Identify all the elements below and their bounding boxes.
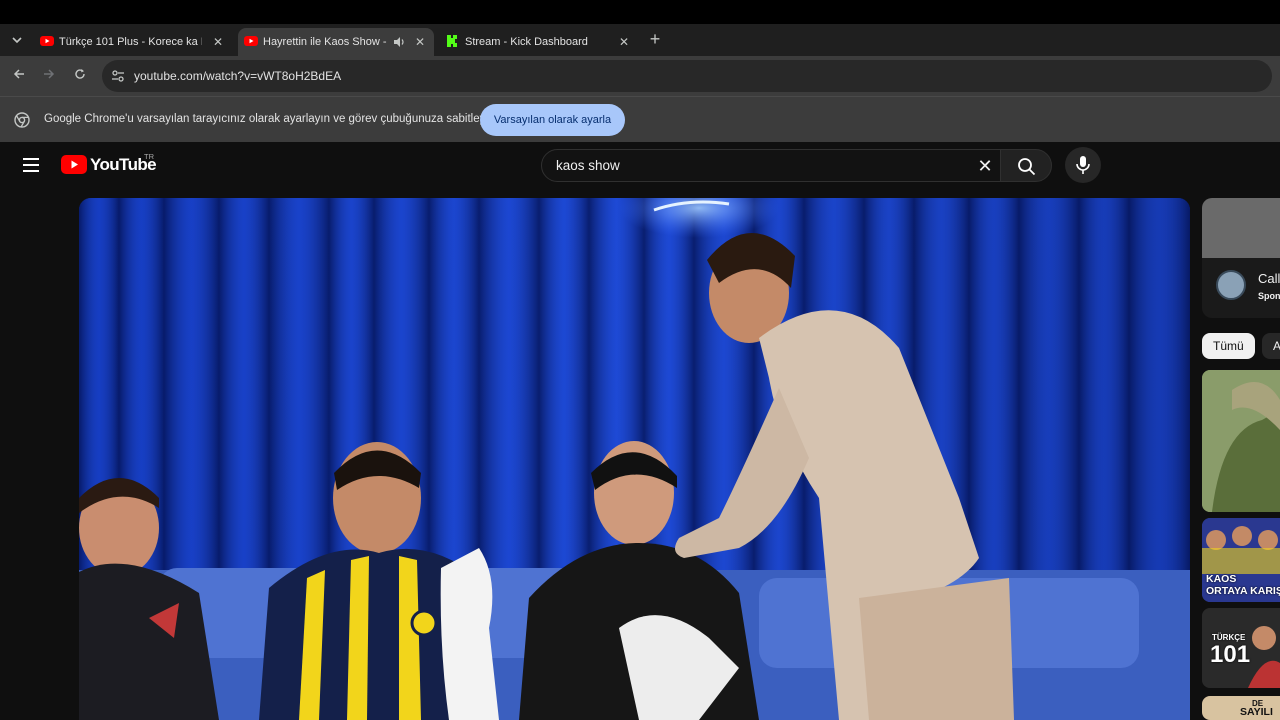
tab-kaos-show[interactable]: Hayrettin ile Kaos Show - 2 ✕ [238,28,434,56]
new-tab-button[interactable]: + [645,29,665,49]
tab-kick-dashboard[interactable]: Stream - Kick Dashboard ✕ [440,28,636,56]
search-icon [1018,158,1036,176]
thumbnail-text-line: KAOS [1206,573,1237,585]
close-tab-icon[interactable]: ✕ [412,34,428,50]
thumbnail-text-line: 101 [1210,641,1251,668]
tab-bar: Türkçe 101 Plus - Korece ka Em ✕ Hayrett… [0,24,1280,56]
chevron-down-icon [12,37,22,44]
back-button[interactable] [8,65,30,87]
sponsored-card[interactable]: Call Spon [1202,198,1280,318]
kick-icon [447,35,457,47]
ad-title[interactable]: Call [1258,271,1280,286]
clear-search-icon[interactable]: ✕ [974,155,996,177]
chip-all[interactable]: Tümü [1202,333,1255,359]
avatar [1216,270,1246,300]
site-settings-icon[interactable] [110,68,126,84]
tab-title: Hayrettin ile Kaos Show - 2 [263,36,387,48]
reload-button[interactable] [69,65,91,87]
close-tab-icon[interactable]: ✕ [210,34,226,50]
search-button[interactable] [1000,149,1052,182]
url-text[interactable]: youtube.com/watch?v=vWT8oH2BdEA [134,69,341,83]
search-input[interactable]: kaos show ✕ [541,149,1007,182]
set-default-button[interactable]: Varsayılan olarak ayarla [480,104,625,136]
tab-title: Stream - Kick Dashboard [465,36,588,48]
search-query[interactable]: kaos show [556,158,620,173]
chrome-icon [14,112,30,128]
tab-title: Türkçe 101 Plus - Korece ka Em [59,36,202,48]
hamburger-menu-icon[interactable] [20,154,42,176]
video-frame [79,198,1190,720]
sponsored-label: Spon [1258,291,1280,301]
thumbnail-image [1202,370,1280,512]
voice-search-button[interactable] [1065,147,1101,183]
thumbnail-text-line: SAYILI [1240,706,1273,718]
recommendation-thumbnail[interactable] [1202,370,1280,512]
recommendation-thumbnail[interactable]: KAOS ORTAYA KARIŞ [1202,518,1280,602]
window-top-strip [0,0,1280,24]
youtube-logo-icon[interactable] [61,155,87,174]
video-player[interactable] [79,198,1190,720]
recommendation-thumbnail[interactable]: TÜRKÇE 101 [1202,608,1280,688]
forward-button[interactable] [38,65,60,87]
microphone-icon [1076,156,1090,174]
chip-other[interactable]: A [1262,333,1280,359]
arrow-left-icon [13,69,24,79]
arrow-right-icon [44,69,55,79]
youtube-header: YouTube TR kaos show ✕ [0,142,1280,190]
ad-thumbnail[interactable] [1202,198,1280,258]
recommendations-sidebar: Call Spon Tümü A KAOS ORTAYA KARIŞ TÜRKÇ… [1202,198,1280,720]
country-code: TR [144,152,154,161]
browser-toolbar: youtube.com/watch?v=vWT8oH2BdEA [0,56,1280,96]
infobar-message: Google Chrome'u varsayılan tarayıcınız o… [44,113,495,125]
thumbnail-text-line: ORTAYA KARIŞ [1206,585,1280,597]
youtube-icon [40,36,54,46]
default-browser-infobar: Google Chrome'u varsayılan tarayıcınız o… [0,96,1280,142]
reload-icon [75,69,85,79]
tab-search-button[interactable] [6,29,28,51]
recommendation-thumbnail[interactable]: DE SAYILI [1202,696,1280,720]
speaker-icon[interactable] [393,36,406,48]
tab-turkce-101[interactable]: Türkçe 101 Plus - Korece ka Em ✕ [34,28,234,56]
youtube-icon [244,36,258,46]
close-tab-icon[interactable]: ✕ [616,34,632,50]
address-bar[interactable]: youtube.com/watch?v=vWT8oH2BdEA [102,60,1272,92]
